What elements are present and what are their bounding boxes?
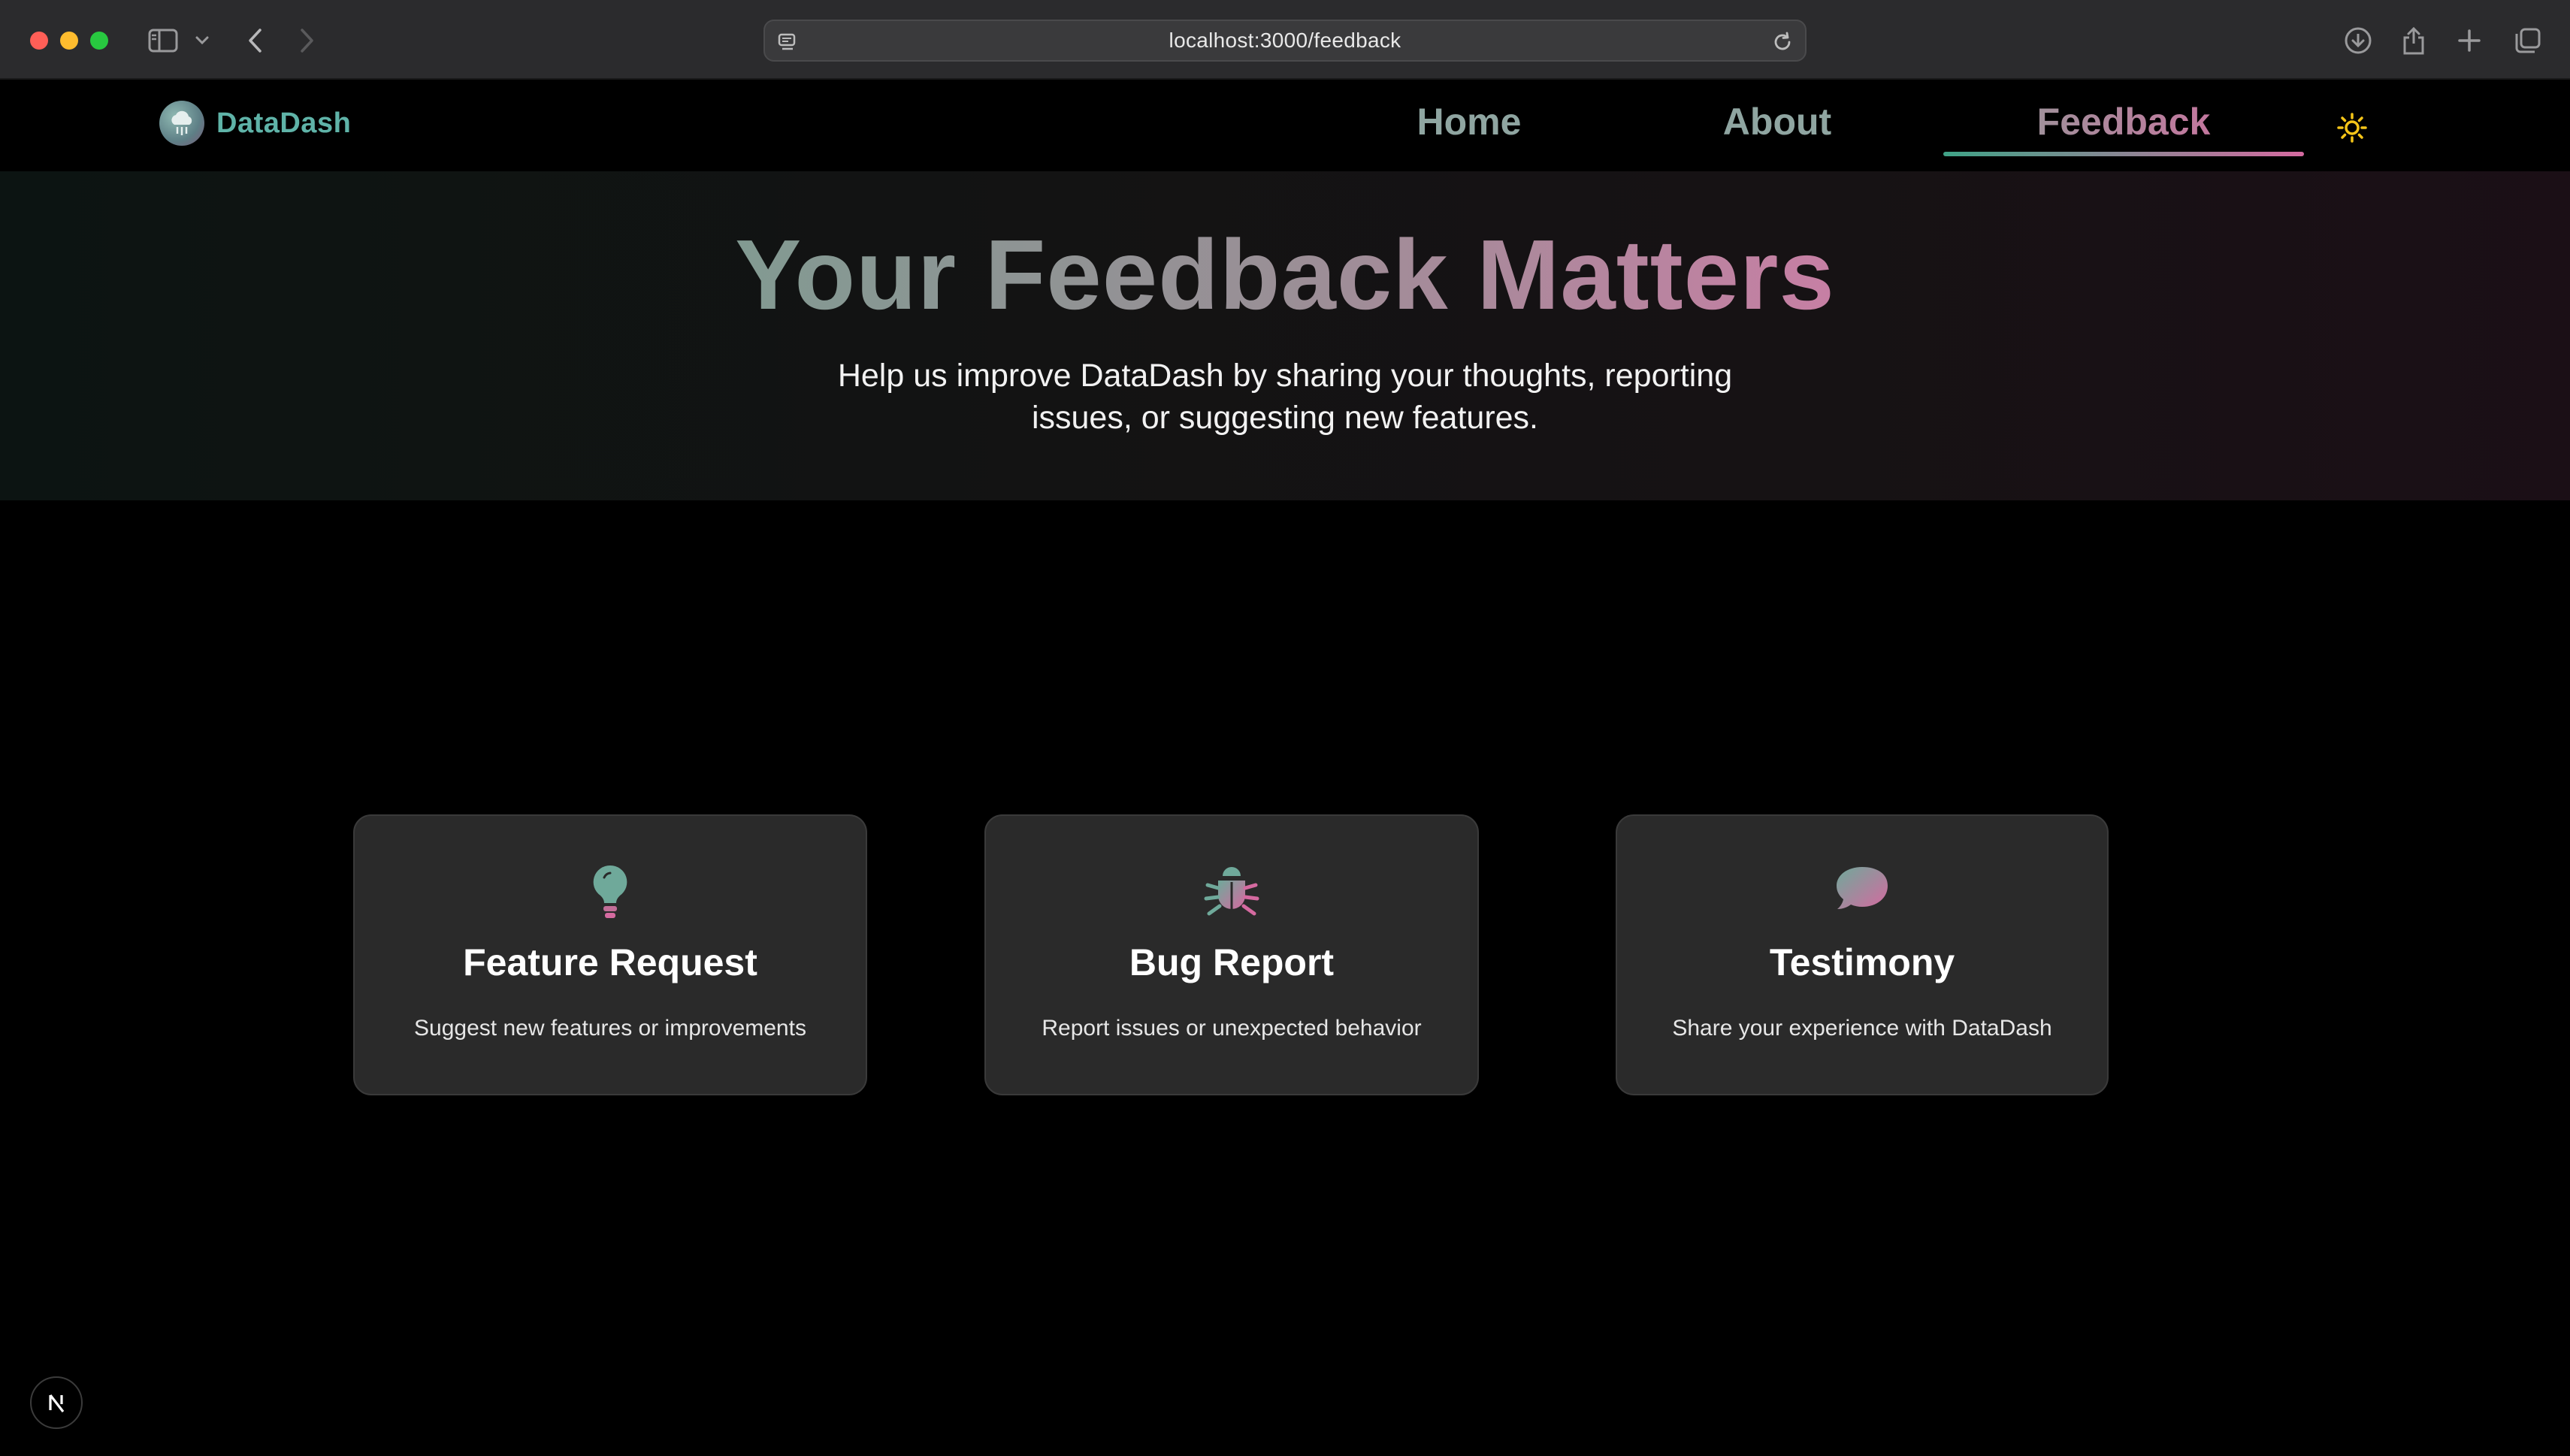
chevron-down-icon[interactable] [191, 23, 213, 59]
card-title: Testimony [1769, 941, 1955, 983]
page-title: Your Feedback Matters [735, 219, 1835, 330]
window-minimize-button[interactable] [60, 32, 78, 50]
hero-section: Your Feedback Matters Help us improve Da… [0, 171, 2570, 500]
testimony-card[interactable]: Testimony Share your experience with Dat… [1616, 814, 2109, 1095]
url-text: localhost:3000/feedback [1169, 29, 1401, 52]
new-tab-icon[interactable] [2454, 23, 2484, 59]
page-subtitle: Help us improve DataDash by sharing your… [837, 358, 1733, 436]
card-title: Feature Request [463, 941, 757, 983]
tab-overview-icon[interactable] [2513, 23, 2543, 59]
sidebar-toggle-icon[interactable] [144, 23, 182, 59]
nav-link-home[interactable]: Home [1398, 99, 1540, 144]
logo-text: DataDash [216, 107, 352, 139]
logo[interactable]: DataDash [159, 101, 351, 146]
lightbulb-icon [576, 862, 644, 923]
bug-report-card[interactable]: Bug Report Report issues or unexpected b… [984, 814, 1479, 1095]
site-settings-icon[interactable] [777, 32, 798, 56]
download-icon[interactable] [2343, 23, 2373, 59]
nav-link-about[interactable]: About [1706, 99, 1849, 144]
card-description: Suggest new features or improvements [414, 1016, 806, 1041]
forward-arrow-icon[interactable] [292, 23, 322, 59]
card-description: Report issues or unexpected behavior [1042, 1016, 1422, 1041]
card-title: Bug Report [1129, 941, 1335, 983]
share-icon[interactable] [2399, 23, 2429, 59]
chat-bubble-icon [1828, 862, 1896, 923]
bug-icon [1198, 862, 1265, 923]
card-description: Share your experience with DataDash [1672, 1016, 2052, 1041]
cloud-logo-icon [159, 101, 204, 146]
reload-icon[interactable] [1770, 30, 1794, 57]
browser-toolbar: localhost:3000/feedback [0, 0, 2570, 80]
active-nav-indicator [1943, 152, 2304, 156]
top-navigation: DataDash Home About Feedback [0, 80, 2570, 171]
window-close-button[interactable] [30, 32, 48, 50]
feature-request-card[interactable]: Feature Request Suggest new features or … [353, 814, 867, 1095]
window-zoom-button[interactable] [90, 32, 108, 50]
address-bar[interactable]: localhost:3000/feedback [763, 20, 1807, 62]
nextjs-dev-indicator-icon[interactable] [30, 1376, 83, 1429]
back-arrow-icon[interactable] [240, 23, 271, 59]
nav-link-feedback[interactable]: Feedback [1943, 99, 2304, 144]
sun-icon[interactable] [2334, 110, 2370, 146]
